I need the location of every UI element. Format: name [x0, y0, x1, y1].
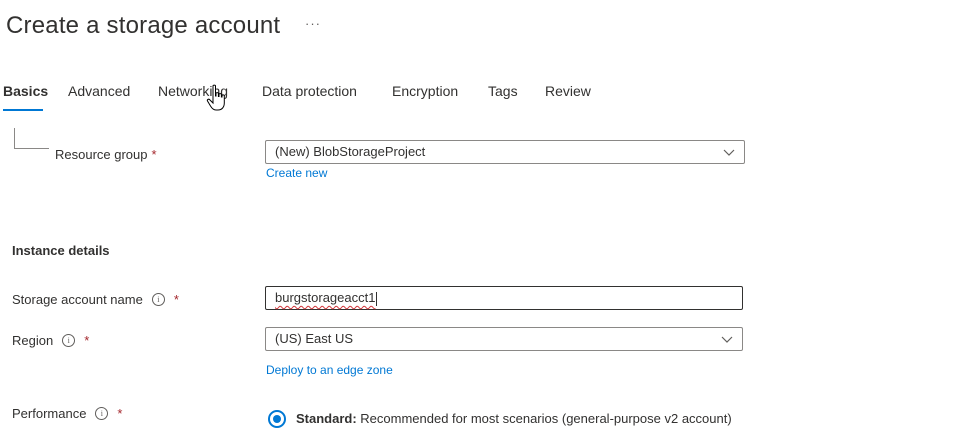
- region-value: (US) East US: [275, 331, 354, 346]
- chevron-down-icon: [721, 336, 733, 343]
- info-icon[interactable]: i: [62, 334, 76, 348]
- region-label: Region i *: [12, 333, 89, 348]
- create-new-link[interactable]: Create new: [266, 166, 327, 180]
- tab-encryption[interactable]: Encryption: [392, 82, 458, 112]
- page-title: Create a storage account: [6, 12, 281, 39]
- region-select[interactable]: (US) East US: [265, 327, 743, 351]
- info-icon[interactable]: i: [95, 407, 109, 421]
- storage-account-name-value: burgstorageacct1: [275, 290, 376, 305]
- tab-tags[interactable]: Tags: [488, 82, 518, 112]
- performance-label-text: Performance: [12, 406, 87, 421]
- tree-connector: [14, 128, 49, 149]
- tab-data-protection[interactable]: Data protection: [262, 82, 357, 112]
- region-label-text: Region: [12, 333, 54, 348]
- chevron-down-icon: [723, 149, 735, 156]
- required-asterisk: *: [173, 292, 179, 307]
- tab-basics[interactable]: Basics: [3, 82, 48, 112]
- required-asterisk: *: [117, 406, 123, 421]
- required-asterisk: *: [84, 333, 90, 348]
- storage-account-name-label: Storage account name i *: [12, 292, 179, 307]
- text-caret: [376, 291, 378, 306]
- performance-standard-label[interactable]: Standard: Recommended for most scenarios…: [296, 411, 732, 426]
- performance-standard-radio[interactable]: [268, 410, 286, 428]
- deploy-edge-zone-link[interactable]: Deploy to an edge zone: [266, 363, 393, 377]
- resource-group-label-text: Resource group: [55, 147, 148, 162]
- tab-advanced[interactable]: Advanced: [68, 82, 130, 112]
- performance-label: Performance i *: [12, 406, 122, 421]
- more-options-button[interactable]: ···: [305, 16, 321, 31]
- tab-review[interactable]: Review: [545, 82, 591, 112]
- resource-group-select[interactable]: (New) BlobStorageProject: [265, 140, 745, 164]
- instance-details-heading: Instance details: [12, 243, 110, 258]
- required-asterisk: *: [151, 147, 157, 162]
- storage-account-name-input[interactable]: burgstorageacct1: [265, 286, 743, 310]
- info-icon[interactable]: i: [151, 293, 165, 307]
- standard-option-title: Standard:: [296, 411, 357, 426]
- standard-option-description: Recommended for most scenarios (general-…: [356, 411, 732, 426]
- active-tab-indicator: [3, 109, 43, 111]
- resource-group-value: (New) BlobStorageProject: [275, 144, 426, 159]
- resource-group-label: Resource group *: [55, 147, 157, 162]
- tab-bar: Basics Advanced Networking Data protecti…: [0, 82, 700, 112]
- hand-cursor-icon: [206, 84, 225, 111]
- storage-account-name-label-text: Storage account name: [12, 292, 143, 307]
